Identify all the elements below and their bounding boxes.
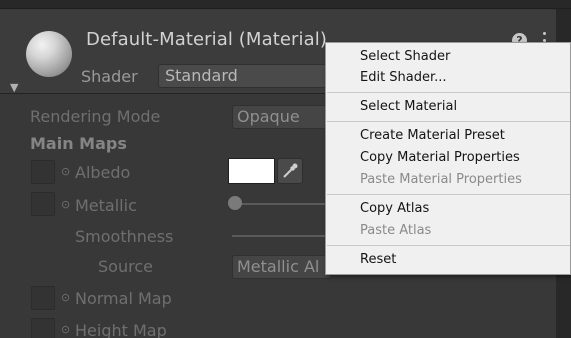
material-title: Default-Material (Material) <box>86 29 327 50</box>
height-map-texture-slot[interactable] <box>31 318 55 338</box>
main-maps-heading: Main Maps <box>30 134 127 153</box>
height-map-label: Height Map <box>75 321 167 338</box>
metallic-picker-icon[interactable]: ⊙ <box>61 198 70 211</box>
source-label: Source <box>98 257 153 276</box>
rendering-mode-label: Rendering Mode <box>30 107 161 126</box>
menu-separator <box>327 194 570 195</box>
menu-item-paste-material-properties: Paste Material Properties <box>360 172 522 187</box>
material-context-menu: Select Shader Edit Shader... Select Mate… <box>325 42 571 275</box>
menu-item-paste-atlas: Paste Atlas <box>360 223 432 238</box>
foldout-arrow-icon[interactable]: ▼ <box>10 81 18 94</box>
metallic-slider-thumb[interactable] <box>228 196 242 210</box>
menu-item-create-material-preset[interactable]: Create Material Preset <box>360 128 505 143</box>
material-preview-sphere[interactable] <box>26 31 72 77</box>
rendering-mode-dropdown[interactable]: Opaque <box>232 105 332 129</box>
height-map-picker-icon[interactable]: ⊙ <box>61 323 70 336</box>
shader-label: Shader <box>81 67 138 86</box>
menu-item-copy-material-properties[interactable]: Copy Material Properties <box>360 150 520 165</box>
eyedropper-icon[interactable] <box>277 158 303 184</box>
menu-item-edit-shader[interactable]: Edit Shader... <box>360 70 447 85</box>
menu-separator <box>327 121 570 122</box>
normal-map-picker-icon[interactable]: ⊙ <box>61 291 70 304</box>
menu-separator <box>327 92 570 93</box>
albedo-color-swatch[interactable] <box>228 158 275 184</box>
albedo-texture-slot[interactable] <box>31 160 55 184</box>
menu-item-reset[interactable]: Reset <box>360 252 396 267</box>
shader-dropdown[interactable]: Standard <box>158 64 338 88</box>
menu-item-select-shader[interactable]: Select Shader <box>360 49 450 64</box>
metallic-label: Metallic <box>75 196 137 215</box>
metallic-texture-slot[interactable] <box>31 192 55 216</box>
menu-separator <box>327 245 570 246</box>
smoothness-label: Smoothness <box>75 227 174 246</box>
menu-item-copy-atlas[interactable]: Copy Atlas <box>360 201 429 216</box>
menu-item-select-material[interactable]: Select Material <box>360 99 457 114</box>
normal-map-label: Normal Map <box>75 289 172 308</box>
albedo-picker-icon[interactable]: ⊙ <box>61 165 70 178</box>
metallic-slider-track[interactable] <box>232 203 325 205</box>
smoothness-slider-track[interactable] <box>232 235 325 237</box>
normal-map-texture-slot[interactable] <box>31 286 55 310</box>
albedo-label: Albedo <box>75 163 131 182</box>
window-top-strip <box>0 0 571 9</box>
source-dropdown[interactable]: Metallic Al <box>232 255 332 279</box>
